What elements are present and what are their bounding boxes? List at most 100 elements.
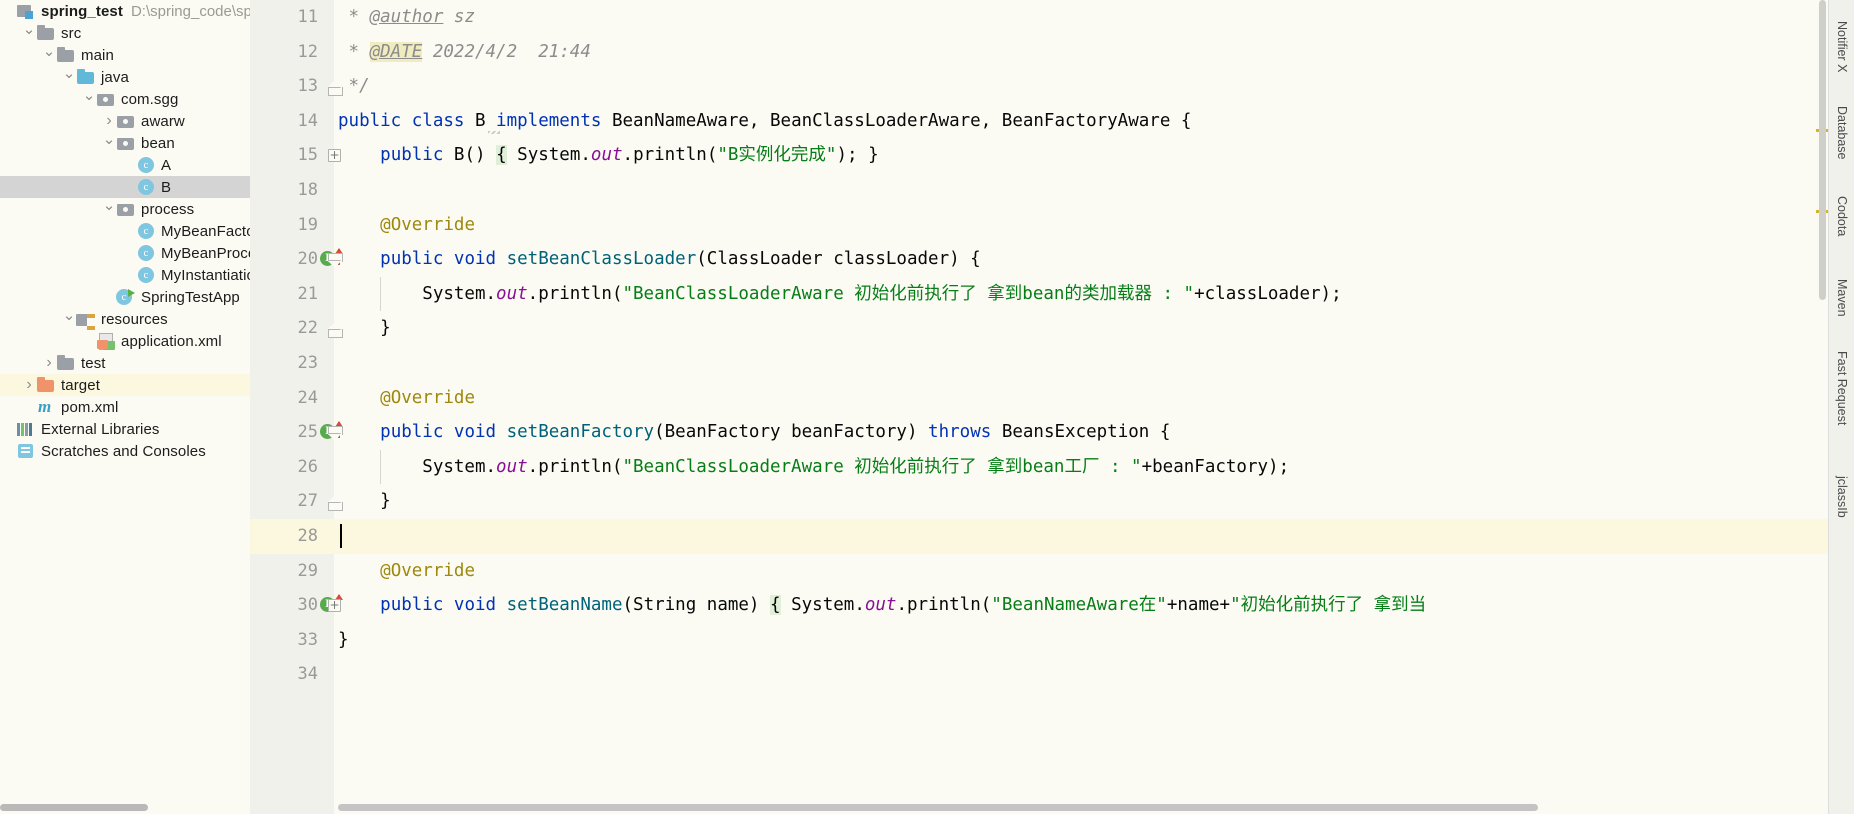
code-text[interactable]: public void setBeanFactory(BeanFactory b…: [338, 415, 1170, 450]
code-line[interactable]: 18: [250, 173, 1828, 208]
code-text[interactable]: System.out.println("BeanClassLoaderAware…: [338, 450, 1289, 485]
code-token-fld: out: [590, 145, 623, 166]
code-line[interactable]: 33}: [250, 623, 1828, 658]
project-root-row[interactable]: spring_test D:\spring_code\spring_t: [0, 0, 250, 22]
chevron-right-icon[interactable]: [42, 352, 56, 374]
tree-item-process[interactable]: process: [0, 198, 250, 220]
tree-item-label: SpringTestApp: [141, 288, 240, 306]
chevron-down-icon[interactable]: [82, 88, 96, 110]
code-line[interactable]: 20 I public void setBeanClassLoader(Class…: [250, 242, 1828, 277]
chevron-down-icon[interactable]: [62, 308, 76, 330]
tree-item-myinstantiationav[interactable]: MyInstantiationAv: [0, 264, 250, 286]
code-line[interactable]: 23: [250, 346, 1828, 381]
line-number: 18: [297, 179, 318, 200]
code-text[interactable]: public void setBeanClassLoader(ClassLoad…: [338, 242, 981, 277]
folder-blue-icon: [76, 68, 96, 86]
chevron-down-icon[interactable]: [62, 66, 76, 88]
tree-item-resources[interactable]: resources: [0, 308, 250, 330]
tool-window-tab-notifier-x[interactable]: Notifier X: [1829, 0, 1854, 76]
tree-item-java[interactable]: java: [0, 66, 250, 88]
code-text[interactable]: public B() { System.out.println("B实例化完成"…: [338, 138, 879, 173]
tree-item-springtestapp[interactable]: SpringTestApp: [0, 286, 250, 308]
ide-window: spring_test D:\spring_code\spring_t src m…: [0, 0, 1854, 814]
gutter-marks: [318, 173, 360, 208]
code-text[interactable]: }: [338, 623, 349, 658]
tree-item-mybeanprocessor[interactable]: MyBeanProcessor: [0, 242, 250, 264]
code-token-kw: public: [380, 145, 454, 166]
code-line[interactable]: 15 + public B() { System.out.println("B实例…: [250, 138, 1828, 173]
tree-item-label: awarw: [141, 112, 185, 130]
code-token-cmt: 2022/4/2 21:44: [422, 41, 591, 62]
tree-item-external-libraries[interactable]: External Libraries: [0, 418, 250, 440]
code-line[interactable]: 21 System.out.println("BeanClassLoaderAw…: [250, 276, 1828, 312]
project-root-label: spring_test: [41, 2, 123, 20]
code-line[interactable]: 12 * @DATE 2022/4/2 21:44: [250, 35, 1828, 70]
code-text[interactable]: @Override: [338, 554, 475, 589]
tree-item-b[interactable]: B: [0, 176, 250, 198]
chevron-down-icon[interactable]: [102, 132, 116, 154]
code-line[interactable]: 13 */: [250, 69, 1828, 104]
chevron-down-icon[interactable]: [102, 198, 116, 220]
gutter-marks: [318, 519, 360, 554]
chevron-right-icon[interactable]: [22, 374, 36, 396]
chevron-right-icon[interactable]: [102, 110, 116, 132]
line-number: 19: [297, 214, 318, 235]
tool-window-tab-maven[interactable]: Maven: [1829, 258, 1854, 321]
tree-item-application-xml[interactable]: application.xml: [0, 330, 250, 352]
code-text[interactable]: public class B implements BeanNameAware,…: [338, 104, 1191, 139]
code-text[interactable]: * @author sz: [338, 0, 475, 35]
code-token-ann: @Override: [380, 560, 475, 581]
tree-item-src[interactable]: src: [0, 22, 250, 44]
tree-item-test[interactable]: test: [0, 352, 250, 374]
code-line[interactable]: 29 @Override: [250, 554, 1828, 589]
tool-window-tab-fast-request[interactable]: Fast Request: [1829, 330, 1854, 429]
editor-vertical-scrollbar[interactable]: [1819, 0, 1826, 300]
tree-item-mybeanfactorypr[interactable]: MyBeanFactoryPr: [0, 220, 250, 242]
code-text[interactable]: @Override: [338, 208, 475, 243]
editor-horizontal-scrollbar[interactable]: [338, 804, 1538, 811]
code-line[interactable]: 19 @Override: [250, 208, 1828, 243]
code-token-pln: [338, 561, 380, 581]
tree-item-a[interactable]: A: [0, 154, 250, 176]
tree-item-bean[interactable]: bean: [0, 132, 250, 154]
code-token-fld: out: [496, 456, 528, 477]
tree-item-awarw[interactable]: awarw: [0, 110, 250, 132]
libs-icon: [16, 420, 36, 438]
code-line[interactable]: 22 }: [250, 311, 1828, 346]
code-line[interactable]: 24 @Override: [250, 381, 1828, 416]
code-line[interactable]: 27 }: [250, 484, 1828, 519]
tree-item-label: bean: [141, 134, 175, 152]
tree-item-main[interactable]: main: [0, 44, 250, 66]
sidebar-horizontal-scrollbar[interactable]: [0, 804, 148, 811]
code-text[interactable]: * @DATE 2022/4/2 21:44: [338, 35, 591, 70]
editor-code-area[interactable]: 11 * @author sz 12 * @DATE 2022/4/2 21:44…: [250, 0, 1828, 814]
chevron-down-icon[interactable]: [42, 44, 56, 66]
right-tool-window-bar: Notifier X Database Codota Maven Fast Reques…: [1828, 0, 1854, 814]
tool-window-tab-jclassib[interactable]: jclassIb: [1829, 455, 1854, 522]
code-text[interactable]: }: [338, 311, 391, 346]
tree-item-target[interactable]: target: [0, 374, 250, 396]
code-line[interactable]: 28: [250, 518, 1828, 554]
tool-window-tab-label: Fast Request: [1835, 351, 1849, 426]
code-line[interactable]: 26 System.out.println("BeanClassLoaderAw…: [250, 449, 1828, 485]
code-line[interactable]: 11 * @author sz: [250, 0, 1828, 35]
line-number: 11: [297, 7, 318, 27]
code-line[interactable]: 30I+ public void setBeanName(String name…: [250, 588, 1828, 623]
tool-window-tab-codota[interactable]: Codota: [1829, 175, 1854, 240]
code-token-kw: public void: [380, 422, 507, 443]
tree-item-com-sgg[interactable]: com.sgg: [0, 88, 250, 110]
tree-item-scratches-and-consoles[interactable]: Scratches and Consoles: [0, 440, 250, 462]
code-line[interactable]: 14 public class B implements BeanNameAwar…: [250, 104, 1828, 139]
code-text[interactable]: }: [338, 484, 391, 519]
tool-window-tab-database[interactable]: Database: [1829, 85, 1854, 164]
tree-item-pom-xml[interactable]: pom.xml: [0, 396, 250, 418]
chevron-down-icon[interactable]: [22, 22, 36, 44]
code-line[interactable]: 25 I public void setBeanFactory(BeanFacto…: [250, 415, 1828, 450]
code-editor[interactable]: 11 * @author sz 12 * @DATE 2022/4/2 21:44…: [250, 0, 1828, 814]
code-text[interactable]: System.out.println("BeanClassLoaderAware…: [338, 277, 1341, 312]
code-text[interactable]: @Override: [338, 381, 475, 416]
line-number: 21: [297, 283, 318, 304]
code-text[interactable]: public void setBeanName(String name) { S…: [338, 588, 1426, 623]
code-line[interactable]: 34: [250, 657, 1828, 692]
code-text[interactable]: */: [338, 69, 370, 104]
